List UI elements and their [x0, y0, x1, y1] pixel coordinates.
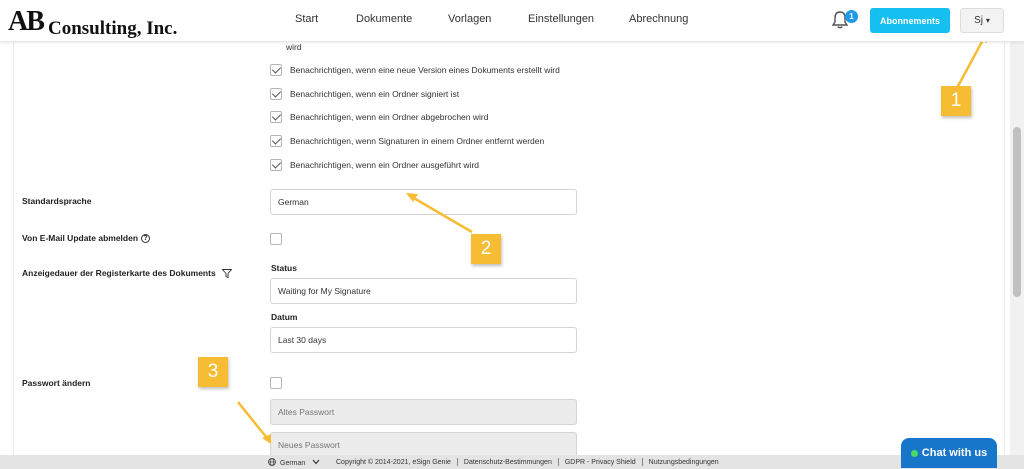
notify-option[interactable]: Benachrichtigen, wenn ein Ordner signier…	[270, 87, 459, 101]
chat-label: Chat with us	[921, 447, 988, 459]
notify-checkbox[interactable]	[270, 64, 282, 76]
notify-checkbox[interactable]	[270, 135, 282, 147]
notify-label: Benachrichtigen, wenn Signaturen in eine…	[290, 136, 545, 146]
status-label: Status	[271, 263, 297, 273]
footer-language: German	[280, 460, 306, 467]
company-logo[interactable]: AB Consulting, Inc.	[8, 6, 177, 39]
callout-3: 3	[198, 357, 228, 387]
top-header: AB Consulting, Inc. Start Dokumente Vorl…	[0, 0, 1024, 42]
notify-option[interactable]: Benachrichtigen, wenn ein Ordner ausgefü…	[270, 158, 479, 172]
footer-link-terms[interactable]: Nutzungsbedingungen	[649, 459, 719, 466]
nav-vorlagen[interactable]: Vorlagen	[448, 13, 491, 25]
user-menu-button[interactable]: Sj ▾	[960, 8, 1004, 33]
notify-option[interactable]: Benachrichtigen, wenn Signaturen in eine…	[270, 134, 544, 148]
logo-initials: AB	[8, 6, 45, 37]
nav-einstellungen[interactable]: Einstellungen	[528, 13, 594, 25]
globe-icon	[268, 458, 276, 466]
notify-label: Benachrichtigen, wenn ein Ordner signier…	[290, 89, 460, 99]
date-select[interactable]: Last 30 days	[270, 327, 577, 353]
nav-dokumente[interactable]: Dokumente	[356, 13, 412, 25]
help-icon[interactable]: ?	[141, 234, 151, 244]
online-status-dot	[910, 449, 918, 457]
unsubscribe-option[interactable]	[270, 232, 282, 246]
notify-label: Benachrichtigen, wenn ein Ordner ausgefü…	[290, 160, 479, 170]
tab-duration-label: Anzeigedauer der Registerkarte des Dokum…	[22, 268, 233, 279]
notify-checkbox[interactable]	[270, 88, 282, 100]
footer-link-gdpr[interactable]: GDPR - Privacy Shield	[565, 459, 636, 466]
password-checkbox[interactable]	[270, 377, 282, 389]
nav-start[interactable]: Start	[295, 13, 318, 25]
tab-duration-label-text: Anzeigedauer der Registerkarte des Dokum…	[22, 268, 216, 278]
date-label: Datum	[271, 312, 298, 322]
scrollbar[interactable]	[1010, 42, 1024, 455]
footer-links: Copyright © 2014-2021, eSign Genie Datens…	[336, 458, 719, 466]
password-label: Passwort ändern	[22, 378, 91, 388]
footer: German Copyright © 2014-2021, eSign Geni…	[0, 455, 1024, 469]
status-select[interactable]: Waiting for My Signature	[270, 278, 577, 304]
unsubscribe-label: Von E-Mail Update abmelden?	[22, 233, 151, 244]
filter-icon[interactable]	[222, 269, 233, 279]
settings-card	[13, 42, 1005, 455]
callout-2: 2	[471, 234, 501, 264]
callout-1: 1	[941, 86, 971, 116]
notify-label: Benachrichtigen, wenn eine neue Version …	[290, 65, 560, 75]
notify-option[interactable]: Benachrichtigen, wenn eine neue Version …	[270, 63, 560, 77]
wrapped-text: wird	[286, 42, 302, 52]
language-label: Standardsprache	[22, 196, 92, 206]
footer-copyright: Copyright © 2014-2021, eSign Genie	[336, 458, 451, 466]
user-initials: Sj	[974, 15, 984, 26]
chat-button[interactable]: Chat with us	[901, 438, 997, 468]
notify-checkbox[interactable]	[270, 111, 282, 123]
scrollbar-thumb[interactable]	[1013, 127, 1021, 297]
old-password-input[interactable]	[270, 399, 577, 425]
unsubscribe-label-text: Von E-Mail Update abmelden	[22, 233, 139, 243]
unsubscribe-checkbox[interactable]	[270, 233, 282, 245]
language-select[interactable]: German	[270, 189, 577, 215]
chevron-down-icon	[312, 459, 320, 465]
footer-link-privacy[interactable]: Datenschutz-Bestimmungen	[464, 459, 552, 466]
nav-abrechnung[interactable]: Abrechnung	[629, 13, 688, 25]
notify-option[interactable]: Benachrichtigen, wenn ein Ordner abgebro…	[270, 110, 488, 124]
footer-language-select[interactable]: German	[268, 458, 320, 467]
chevron-down-icon: ▾	[985, 16, 990, 25]
subscriptions-button[interactable]: Abonnements	[870, 8, 950, 33]
notify-label: Benachrichtigen, wenn ein Ordner abgebro…	[290, 112, 489, 122]
logo-text: Consulting, Inc.	[48, 18, 178, 39]
notify-checkbox[interactable]	[270, 159, 282, 171]
notification-badge: 1	[845, 10, 858, 23]
password-option[interactable]	[270, 376, 282, 390]
